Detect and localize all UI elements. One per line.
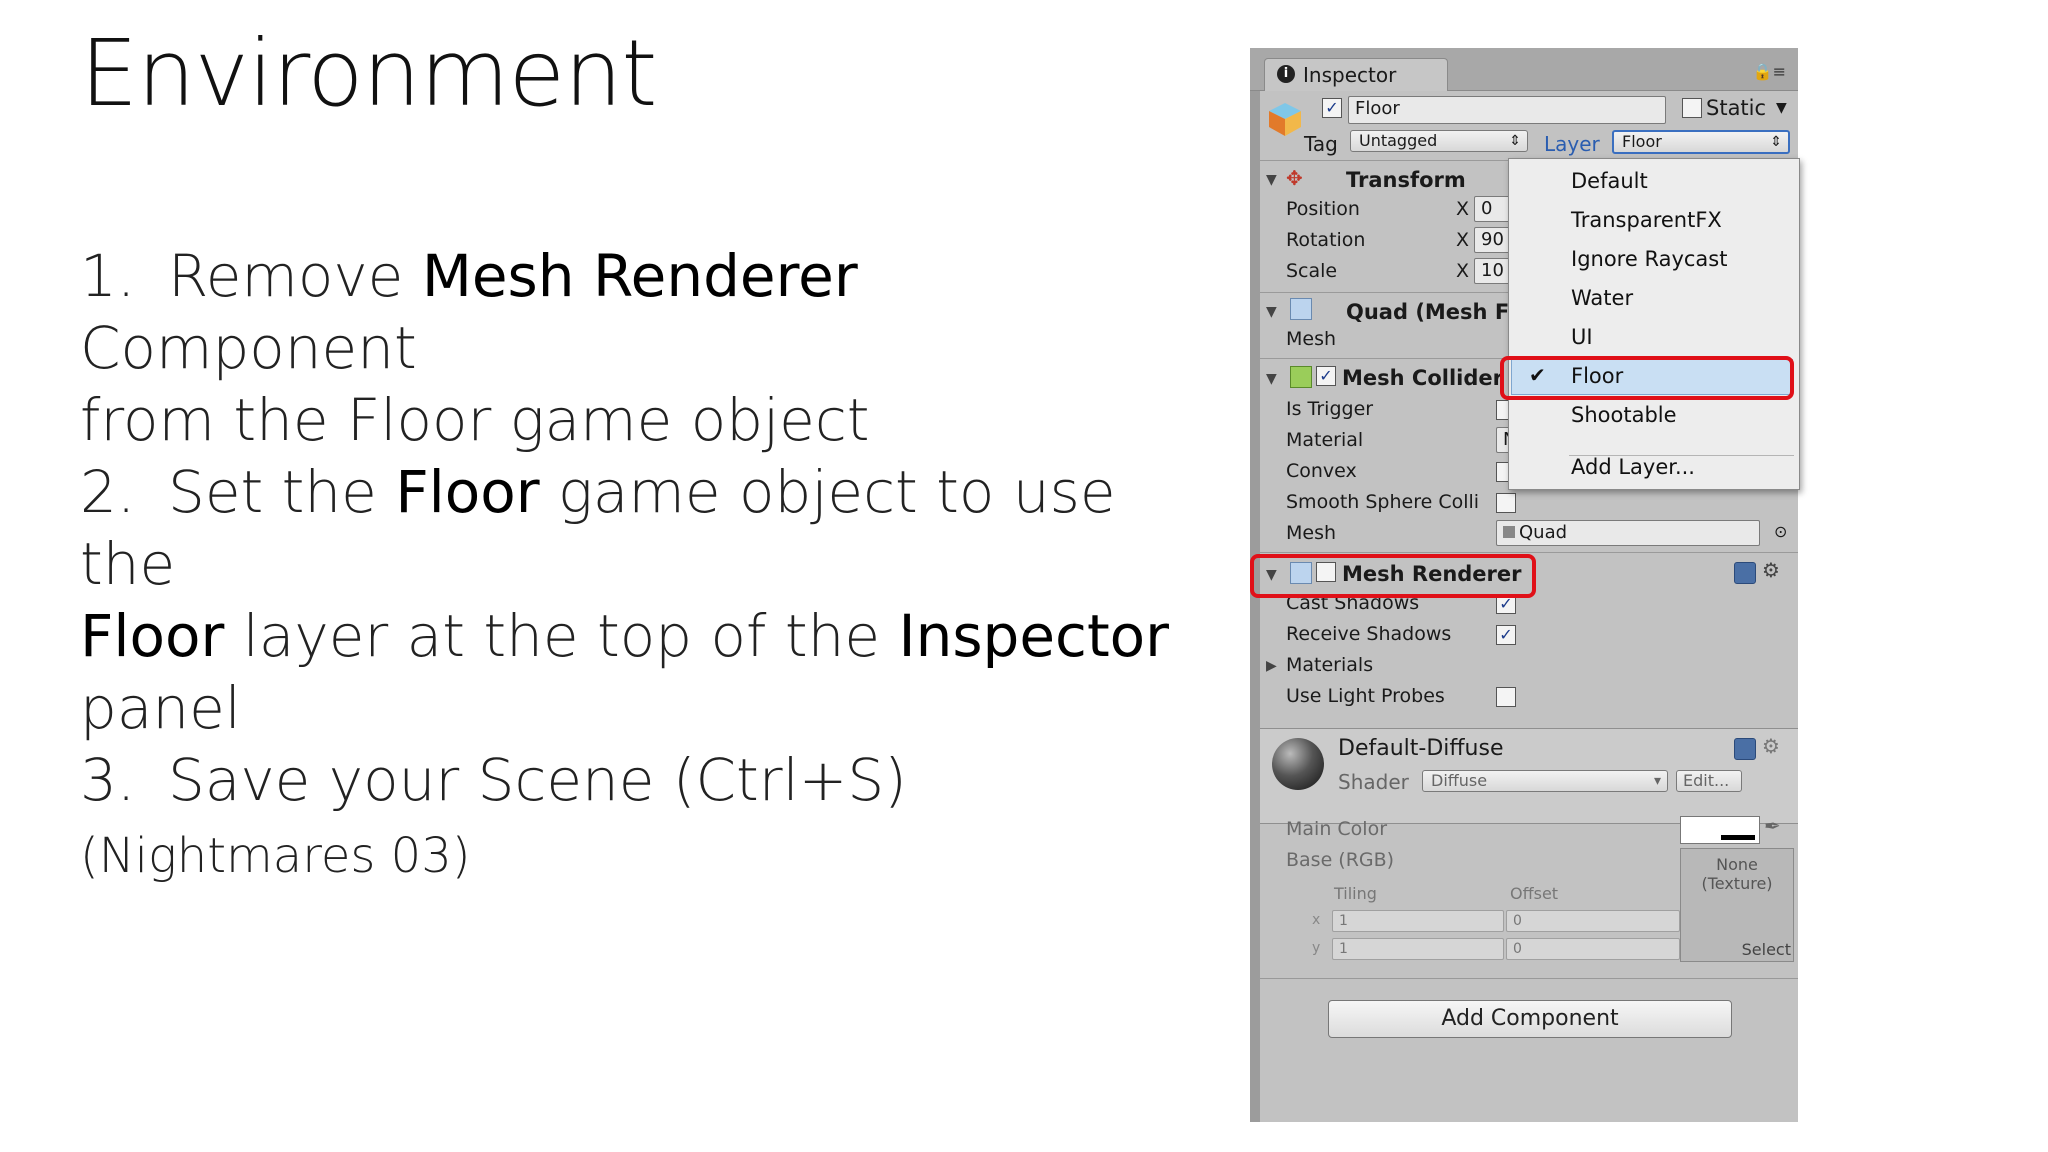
material-label: Material [1286,429,1364,451]
chevron-down-icon: ▾ [1653,773,1661,789]
layer-label: Layer [1544,132,1600,156]
materials-label[interactable]: Materials [1286,654,1373,676]
inspector-tab[interactable]: i Inspector [1264,58,1448,91]
smooth-sphere-label: Smooth Sphere Colli [1286,491,1480,513]
tiling-x-axis-label: x [1312,912,1321,928]
object-name-input[interactable]: Floor [1348,96,1666,124]
layer-option-default[interactable]: Default [1571,169,1648,193]
light-probes-label: Use Light Probes [1286,685,1445,707]
divider [1260,978,1798,979]
smooth-sphere-checkbox[interactable]: ✓ [1496,493,1516,513]
inspector-tab-bar: i Inspector 🔒≡ [1250,48,1798,91]
layer-option-water[interactable]: Water [1571,286,1633,310]
tiling-y-axis-label: y [1312,940,1321,956]
gear-icon[interactable]: ⚙ [1762,558,1780,582]
shader-edit-button[interactable]: Edit... [1676,770,1742,792]
instruction-steps: 1. Remove Mesh Renderer Component from th… [80,240,1190,892]
transform-title: Transform [1346,168,1466,192]
foldout-closed-icon[interactable]: ▶ [1266,658,1277,674]
receive-shadows-checkbox[interactable]: ✓ [1496,625,1516,645]
updown-icon: ⇕ [1770,134,1782,150]
main-color-label: Main Color [1286,818,1388,840]
foldout-open-icon[interactable]: ▼ [1266,172,1277,188]
object-picker-icon[interactable]: ⊙ [1774,522,1787,541]
help-book-icon[interactable] [1734,562,1756,584]
foldout-open-icon[interactable]: ▼ [1266,371,1277,387]
gear-icon[interactable]: ⚙ [1762,734,1780,758]
offset-x-input[interactable]: 0 [1506,910,1680,932]
layer-dropdown-menu: ✔ Default TransparentFX Ignore Raycast W… [1508,158,1800,490]
shader-dropdown[interactable]: Diffuse ▾ [1422,770,1668,792]
static-label: Static [1706,96,1767,120]
rotation-label: Rotation [1286,229,1366,251]
mesh-collider-icon [1290,366,1312,388]
object-active-checkbox[interactable]: ✓ [1322,98,1342,118]
mesh-renderer-highlight [1250,554,1536,598]
info-icon: i [1277,65,1295,83]
transform-icon: ✥ [1286,166,1303,190]
layer-option-transparentfx[interactable]: TransparentFX [1571,208,1722,232]
layer-option-shootable[interactable]: Shootable [1571,403,1677,427]
mesh-icon [1503,526,1515,538]
scale-label: Scale [1286,260,1338,282]
foldout-open-icon[interactable]: ▼ [1266,304,1277,320]
tag-dropdown[interactable]: Untagged ⇕ [1350,130,1528,152]
gameobject-cube-icon [1269,103,1301,136]
step-2: 2. Set the Floor game object to use the [80,458,1116,598]
static-checkbox[interactable]: ✓ [1682,98,1702,118]
add-component-button[interactable]: Add Component [1328,1000,1732,1038]
offset-y-input[interactable]: 0 [1506,938,1680,960]
collider-mesh-label: Mesh [1286,522,1337,544]
mesh-collider-enabled-checkbox[interactable]: ✓ [1316,366,1336,386]
collider-mesh-field[interactable]: Quad [1496,520,1760,546]
position-x-label: X [1456,198,1470,220]
light-probes-checkbox[interactable]: ✓ [1496,687,1516,707]
layer-option-add-layer[interactable]: Add Layer... [1571,455,1695,479]
layer-dropdown[interactable]: Floor ⇕ [1612,130,1790,154]
slide-title: Environment [80,20,657,127]
floor-option-highlight [1500,356,1794,400]
convex-label: Convex [1286,460,1357,482]
position-label: Position [1286,198,1360,220]
step-1: 1. Remove Mesh Renderer Component [80,242,858,382]
tiling-x-input[interactable]: 1 [1332,910,1504,932]
receive-shadows-label: Receive Shadows [1286,623,1452,645]
tiling-label: Tiling [1334,884,1377,903]
texture-select-button[interactable]: Select [1742,940,1791,959]
quad-title: Quad (Mesh Fi [1346,300,1517,324]
mesh-filter-icon [1290,298,1312,320]
static-chevron-icon[interactable]: ▼ [1776,100,1787,116]
material-name: Default-Diffuse [1338,736,1504,761]
scale-x-label: X [1456,260,1470,282]
step-1-cont: from the Floor game object [80,386,870,454]
material-preview-sphere [1272,738,1324,790]
shader-label: Shader [1338,770,1409,794]
main-color-swatch[interactable] [1680,816,1760,844]
tag-label: Tag [1304,132,1338,156]
lock-icon[interactable]: 🔒≡ [1753,62,1786,81]
is-trigger-label: Is Trigger [1286,398,1374,420]
eyedropper-icon[interactable]: ✒ [1764,814,1781,838]
mesh-collider-title: Mesh Collider [1342,366,1503,390]
layer-option-ui[interactable]: UI [1571,325,1593,349]
help-book-icon[interactable] [1734,738,1756,760]
quad-mesh-label: Mesh [1286,328,1337,350]
base-rgb-label: Base (RGB) [1286,849,1395,871]
texture-slot[interactable]: None (Texture) Select [1680,848,1794,962]
layer-option-ignore-raycast[interactable]: Ignore Raycast [1571,247,1727,271]
tiling-y-input[interactable]: 1 [1332,938,1504,960]
step-3: 3. Save your Scene (Ctrl+S) (Nightmares 0… [80,746,907,884]
step-2-cont: Floor layer at the top of the Inspector … [80,602,1170,742]
offset-label: Offset [1510,884,1559,903]
rotation-x-label: X [1456,229,1470,251]
updown-icon: ⇕ [1509,133,1521,149]
